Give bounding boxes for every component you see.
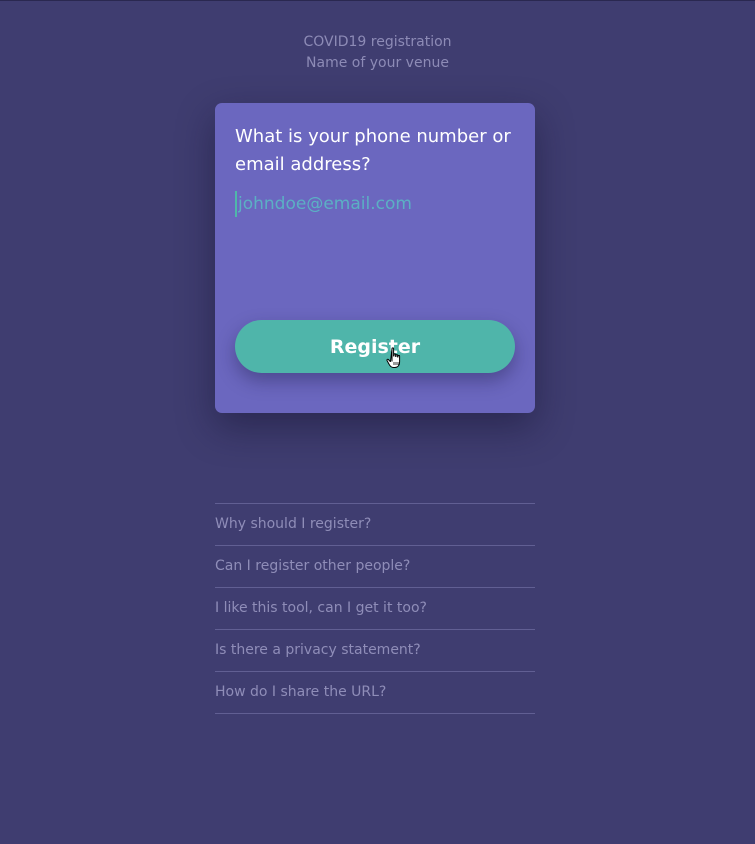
contact-question: What is your phone number or email addre… — [235, 126, 511, 175]
register-button[interactable]: Register — [235, 320, 515, 373]
faq-item-share-url[interactable]: How do I share the URL? — [215, 672, 535, 714]
faq-item-register-others[interactable]: Can I register other people? — [215, 546, 535, 588]
registration-card: What is your phone number or email addre… — [215, 103, 535, 413]
contact-input[interactable] — [235, 191, 518, 217]
venue-name: Name of your venue — [306, 55, 449, 71]
faq-list: Why should I register? Can I register ot… — [215, 503, 535, 714]
faq-item-get-tool[interactable]: I like this tool, can I get it too? — [215, 588, 535, 630]
faq-item-why-register[interactable]: Why should I register? — [215, 504, 535, 546]
faq-item-privacy-statement[interactable]: Is there a privacy statement? — [215, 630, 535, 672]
app-title: COVID19 registration — [303, 34, 452, 50]
hand-pointer-icon — [386, 347, 401, 368]
header: COVID19 registration Name of your venue — [0, 32, 755, 74]
page: COVID19 registration Name of your venue … — [0, 0, 755, 844]
